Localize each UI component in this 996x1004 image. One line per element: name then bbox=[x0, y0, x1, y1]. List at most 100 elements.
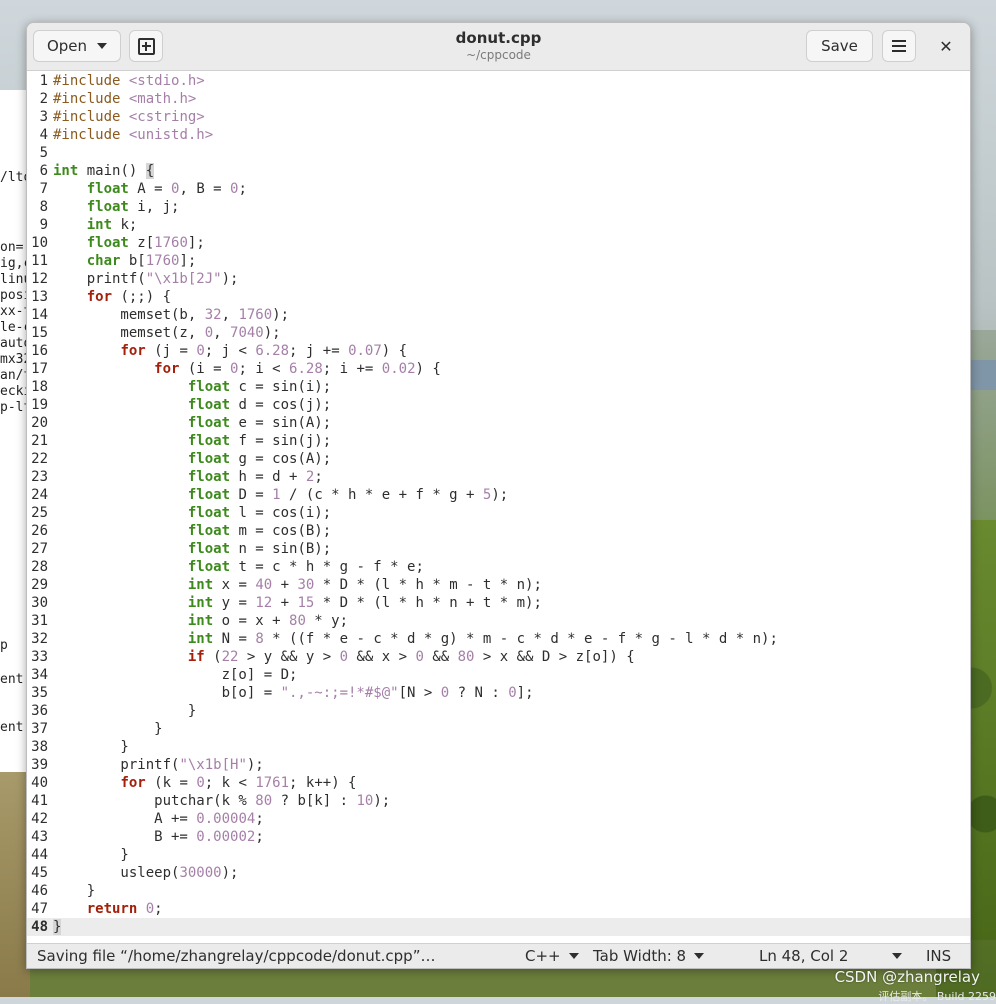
code-line[interactable]: 38 } bbox=[27, 738, 970, 756]
code-text: float h = d + 2; bbox=[187, 469, 323, 485]
code-text: int o = x + 80 * y; bbox=[187, 613, 349, 629]
background-text-fragment: p bbox=[0, 638, 8, 653]
code-text: int k; bbox=[86, 217, 138, 233]
code-text: } bbox=[53, 721, 163, 737]
code-line[interactable]: 46 } bbox=[27, 882, 970, 900]
code-line[interactable]: 39 printf("\x1b[H"); bbox=[27, 756, 970, 774]
new-tab-button[interactable] bbox=[129, 30, 163, 62]
code-line[interactable]: 27 float n = sin(B); bbox=[27, 540, 970, 558]
code-line[interactable]: 26 float m = cos(B); bbox=[27, 522, 970, 540]
code-line[interactable]: 3 #include <cstring> bbox=[27, 108, 970, 126]
code-text: } bbox=[53, 919, 62, 935]
code-line[interactable]: 10 float z[1760]; bbox=[27, 234, 970, 252]
insert-mode-indicator[interactable]: INS bbox=[926, 947, 951, 965]
code-text: } bbox=[53, 703, 197, 719]
code-text: for (k = 0; k < 1761; k++) { bbox=[120, 775, 357, 791]
code-line[interactable]: 25 float l = cos(i); bbox=[27, 504, 970, 522]
code-text: char b[1760]; bbox=[86, 253, 197, 269]
code-text: putchar(k % 80 ? b[k] : 10); bbox=[53, 793, 391, 809]
code-line[interactable]: 41 putchar(k % 80 ? b[k] : 10); bbox=[27, 792, 970, 810]
close-button[interactable]: ✕ bbox=[929, 30, 963, 62]
code-line[interactable]: 33 if (22 > y && y > 0 && x > 0 && 80 > … bbox=[27, 648, 970, 666]
code-line[interactable]: 35 b[o] = ".,-~:;=!*#$@"[N > 0 ? N : 0]; bbox=[27, 684, 970, 702]
code-line[interactable]: 44 } bbox=[27, 846, 970, 864]
code-text: if (22 > y && y > 0 && x > 0 && 80 > x &… bbox=[187, 649, 635, 665]
code-editor[interactable]: 1 #include <stdio.h> 2 #include <math.h> 3 #i… bbox=[27, 71, 970, 943]
code-line[interactable]: 12 printf("\x1b[2J"); bbox=[27, 270, 970, 288]
save-button[interactable]: Save bbox=[806, 30, 873, 62]
code-line[interactable]: 2 #include <math.h> bbox=[27, 90, 970, 108]
code-line[interactable]: 15 memset(z, 0, 7040); bbox=[27, 324, 970, 342]
code-line[interactable]: 18 float c = sin(i); bbox=[27, 378, 970, 396]
code-line[interactable]: 8 float i, j; bbox=[27, 198, 970, 216]
code-line[interactable]: 9 int k; bbox=[27, 216, 970, 234]
code-line[interactable]: 37 } bbox=[27, 720, 970, 738]
code-line[interactable]: 16 for (j = 0; j < 6.28; j += 0.07) { bbox=[27, 342, 970, 360]
line-number: 46 bbox=[31, 883, 48, 899]
code-line[interactable]: 43 B += 0.00002; bbox=[27, 828, 970, 846]
code-line[interactable]: 17 for (i = 0; i < 6.28; i += 0.02) { bbox=[27, 360, 970, 378]
line-number: 39 bbox=[31, 757, 48, 773]
line-number: 44 bbox=[31, 847, 48, 863]
code-line[interactable]: 48} bbox=[27, 918, 970, 936]
code-line[interactable]: 11 char b[1760]; bbox=[27, 252, 970, 270]
code-line[interactable]: 32 int N = 8 * ((f * e - c * d * g) * m … bbox=[27, 630, 970, 648]
code-line[interactable]: 40 for (k = 0; k < 1761; k++) { bbox=[27, 774, 970, 792]
code-line[interactable]: 24 float D = 1 / (c * h * e + f * g + 5)… bbox=[27, 486, 970, 504]
code-text: return 0; bbox=[86, 901, 163, 917]
tab-width-selector[interactable]: Tab Width: 8 bbox=[593, 947, 705, 965]
cursor-position-selector[interactable]: Ln 48, Col 2 bbox=[759, 947, 903, 965]
main-menu-button[interactable] bbox=[882, 30, 916, 62]
code-text: int y = 12 + 15 * D * (l * h * n + t * m… bbox=[187, 595, 542, 611]
line-number: 4 bbox=[39, 127, 48, 143]
code-text: memset(z, 0, 7040); bbox=[53, 325, 281, 341]
code-line[interactable]: 45 usleep(30000); bbox=[27, 864, 970, 882]
code-line[interactable]: 36 } bbox=[27, 702, 970, 720]
code-line[interactable]: 13 for (;;) { bbox=[27, 288, 970, 306]
line-number: 8 bbox=[39, 199, 48, 215]
line-number: 22 bbox=[31, 451, 48, 467]
code-line[interactable]: 20 float e = sin(A); bbox=[27, 414, 970, 432]
code-line[interactable]: 34 z[o] = D; bbox=[27, 666, 970, 684]
line-number: 13 bbox=[31, 289, 48, 305]
line-number: 45 bbox=[31, 865, 48, 881]
code-line[interactable]: 7 float A = 0, B = 0; bbox=[27, 180, 970, 198]
code-line[interactable]: 42 A += 0.00004; bbox=[27, 810, 970, 828]
code-line[interactable]: 19 float d = cos(j); bbox=[27, 396, 970, 414]
code-line[interactable]: 4 #include <unistd.h> bbox=[27, 126, 970, 144]
code-text: float D = 1 / (c * h * e + f * g + 5); bbox=[187, 487, 509, 503]
code-text: #include <unistd.h> bbox=[53, 127, 214, 143]
code-line[interactable]: 1 #include <stdio.h> bbox=[27, 72, 970, 90]
code-line[interactable]: 28 float t = c * h * g - f * e; bbox=[27, 558, 970, 576]
cursor-position-label: Ln 48, Col 2 bbox=[759, 947, 849, 965]
line-number: 20 bbox=[31, 415, 48, 431]
line-number: 42 bbox=[31, 811, 48, 827]
line-number: 47 bbox=[31, 901, 48, 917]
code-line[interactable]: 14 memset(b, 32, 1760); bbox=[27, 306, 970, 324]
code-line[interactable]: 30 int y = 12 + 15 * D * (l * h * n + t … bbox=[27, 594, 970, 612]
language-selector[interactable]: C++ bbox=[525, 947, 579, 965]
code-line[interactable]: 6 int main() { bbox=[27, 162, 970, 180]
header-bar: Open donut.cpp ~/cppcode Save ✕ bbox=[27, 23, 970, 71]
code-text: float A = 0, B = 0; bbox=[86, 181, 247, 197]
code-line[interactable]: 22 float g = cos(A); bbox=[27, 450, 970, 468]
line-number: 26 bbox=[31, 523, 48, 539]
line-number: 18 bbox=[31, 379, 48, 395]
open-button[interactable]: Open bbox=[33, 30, 121, 62]
line-number: 19 bbox=[31, 397, 48, 413]
code-line[interactable]: 29 int x = 40 + 30 * D * (l * h * m - t … bbox=[27, 576, 970, 594]
chevron-down-icon bbox=[694, 953, 705, 959]
line-number: 17 bbox=[31, 361, 48, 377]
line-number: 40 bbox=[31, 775, 48, 791]
code-line[interactable]: 23 float h = d + 2; bbox=[27, 468, 970, 486]
code-line[interactable]: 21 float f = sin(j); bbox=[27, 432, 970, 450]
line-number: 5 bbox=[39, 145, 48, 161]
line-number: 2 bbox=[39, 91, 48, 107]
line-number: 21 bbox=[31, 433, 48, 449]
code-text: float g = cos(A); bbox=[187, 451, 332, 467]
code-line[interactable]: 5 bbox=[27, 144, 970, 162]
code-line[interactable]: 31 int o = x + 80 * y; bbox=[27, 612, 970, 630]
code-line[interactable]: 47 return 0; bbox=[27, 900, 970, 918]
chevron-down-icon bbox=[568, 953, 579, 959]
line-number: 30 bbox=[31, 595, 48, 611]
